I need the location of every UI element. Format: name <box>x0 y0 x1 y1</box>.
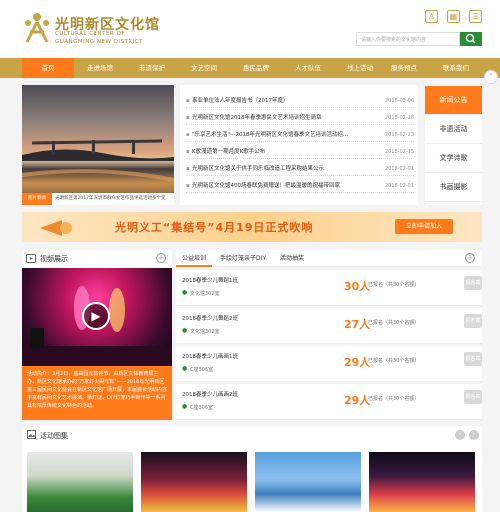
nav-item-heritage[interactable]: 非遗保护 <box>126 58 178 78</box>
bullet-icon: ▪ <box>186 132 190 138</box>
nav-item-contact[interactable]: 联系我们 <box>430 58 482 78</box>
bridge-painting <box>22 139 174 182</box>
logo-subtitle-2: GUANGMING NEW DISTRICT <box>55 39 144 45</box>
banner-title: 光明义工“集结号”4月19日正式吹响 <box>115 221 314 234</box>
news-date: 2018-02-28 <box>384 115 414 121</box>
tab-lantern-diy[interactable]: 手绘灯笼亲子DIY <box>216 250 270 267</box>
course-location: C座306室 <box>190 405 214 411</box>
location-pin-icon: ● <box>182 289 188 296</box>
news-title[interactable]: K歌漫道第一期月度K歌手公布 <box>192 145 372 159</box>
course-count: 29人 <box>344 394 371 407</box>
course-count: 30人 <box>344 280 371 293</box>
course-count: 29人 <box>344 356 371 369</box>
gallery-image[interactable] <box>369 452 475 512</box>
join-button[interactable]: 立即申请加入 <box>395 219 453 234</box>
tab-heritage-activity[interactable]: 非遗活动 <box>425 115 482 144</box>
news-slider-image[interactable] <box>22 85 174 205</box>
more-icon[interactable]: + <box>156 253 166 263</box>
course-note: 已报名（共30个名额） <box>368 358 420 364</box>
gallery-heading: 活动图集 <box>40 432 68 440</box>
news-date: 2018-02-01 <box>384 183 414 189</box>
location-pin-icon: ● <box>182 327 188 334</box>
video-description: 活动简介：3月2日，盛曲园元宵佳节，由新区文体教育局主办，新区文化馆承办的"万家… <box>22 366 172 420</box>
news-title[interactable]: "乐享艺术生活"—2018年光明新区文化馆春季文艺培训活动招… <box>192 128 372 142</box>
news-item[interactable]: ▪ 光明新区文化馆2018年春季惠民文艺术培训招生简章 2018-02-28 <box>186 111 414 125</box>
news-date: 2018-02-15 <box>384 149 414 155</box>
qr-code-icon[interactable]: ▦ <box>447 10 460 23</box>
image-icon <box>27 430 36 439</box>
course-count: 27人 <box>344 318 371 331</box>
nav-item-brand[interactable]: 惠民品牌 <box>230 58 282 78</box>
course-button[interactable]: 报名截止 <box>464 314 482 338</box>
location-pin-icon: ● <box>182 365 188 372</box>
course-location: 文化馆302室 <box>190 291 220 297</box>
news-date: 2018-02-01 <box>384 166 414 172</box>
tab-news-notice[interactable]: 新闻公告 <box>425 86 482 115</box>
news-item[interactable]: ▪ 光明新区文化馆关于供手同乐临改造工程采购结果公示 2018-02-01 <box>186 162 414 176</box>
logo-subtitle-1: CULTURAL CENTER OF <box>55 31 126 37</box>
menu-grid-icon[interactable]: ☰ <box>469 10 482 23</box>
news-title[interactable]: 光明新区文化馆关于供手同乐临改造工程采购结果公示 <box>192 162 372 176</box>
course-title[interactable]: 2018春季少儿画画2班 <box>182 390 238 398</box>
news-item[interactable]: ▪ K歌漫道第一期月度K歌手公布 2018-02-15 <box>186 145 414 159</box>
bullet-icon: ▪ <box>186 183 190 189</box>
news-date: 2018-03-06 <box>384 98 414 104</box>
user-icon[interactable]: ♙ <box>425 10 438 23</box>
news-item[interactable]: ▪ "乐享艺术生活"—2018年光明新区文化馆春季文艺培训活动招… 2018-0… <box>186 128 414 142</box>
course-button[interactable]: 报名截止 <box>464 276 482 300</box>
course-title[interactable]: 2018春季少儿画画1班 <box>182 352 238 360</box>
slider-caption[interactable]: 光明新区第2017年深圳市群众文艺作品评选活动多个奖 <box>55 193 173 205</box>
gallery-image[interactable] <box>255 452 361 512</box>
course-item: 2018春季少儿画画2班 ● C座306室 29人 已报名（共30个名额） 报名… <box>176 384 482 420</box>
bullet-icon: ▪ <box>186 115 190 121</box>
course-button[interactable]: 报名截止 <box>464 352 482 376</box>
course-item: 2018春季少儿画画1班 ● C座306室 29人 已报名（共30个名额） 报名… <box>176 346 482 382</box>
gallery-image[interactable] <box>141 452 247 512</box>
search-icon <box>465 33 476 44</box>
bullet-icon: ▪ <box>186 149 190 155</box>
more-icon[interactable]: + <box>465 253 475 263</box>
course-item: 2018春季少儿舞蹈1班 ● 文化馆302室 30人 已报名（共30个名额） 报… <box>176 270 482 306</box>
tab-literature[interactable]: 文学诗歌 <box>425 144 482 173</box>
tab-painting-photo[interactable]: 书画摄影 <box>425 173 482 202</box>
course-title[interactable]: 2018春季少儿舞蹈1班 <box>182 276 238 284</box>
play-icon[interactable]: ▶ <box>82 302 110 330</box>
course-note: 已报名（共30个名额） <box>368 396 420 402</box>
course-item: 2018春季少儿舞蹈2班 ● 文化馆302室 27人 已报名（共30个名额） 报… <box>176 308 482 344</box>
course-note: 已报名（共30个名额） <box>368 282 420 288</box>
course-location: C座306室 <box>190 367 214 373</box>
bullet-icon: ▪ <box>186 166 190 172</box>
course-location: 文化馆302室 <box>190 329 220 335</box>
nav-item-service[interactable]: 服务预点 <box>378 58 430 78</box>
tab-public-training[interactable]: 公益培训 <box>176 250 212 267</box>
news-item[interactable]: ▪ 事业单位法人年度报告书（2017年度） 2018-03-06 <box>186 94 414 108</box>
news-date: 2018-02-23 <box>384 132 414 138</box>
slider-tag: 图片新闻 <box>22 193 52 205</box>
course-note: 已报名（共30个名额） <box>368 320 420 326</box>
search-button[interactable] <box>460 32 482 46</box>
next-arrow-icon[interactable]: › <box>469 430 479 440</box>
news-title[interactable]: 事业单位法人年度报告书（2017年度） <box>192 94 372 108</box>
course-button[interactable]: 报名截止 <box>464 390 482 414</box>
location-pin-icon: ● <box>182 403 188 410</box>
nav-item-home[interactable]: 首页 <box>22 58 74 78</box>
video-icon <box>26 254 36 263</box>
scroll-top-icon[interactable]: ˄ <box>484 70 498 84</box>
video-heading: 视频展示 <box>40 255 68 263</box>
news-item[interactable]: ▪ 光明新区文化馆400场春联免费赠送！把最温暖的祝福带回家 2018-02-0… <box>186 179 414 193</box>
news-title[interactable]: 光明新区文化馆2018年春季惠民文艺术培训招生简章 <box>192 111 372 125</box>
nav-item-art-space[interactable]: 文艺空间 <box>178 58 230 78</box>
gallery-image[interactable] <box>27 452 133 512</box>
news-title[interactable]: 光明新区文化馆400场春联免费赠送！把最温暖的祝福带回家 <box>192 179 372 193</box>
trumpet-icon <box>40 220 72 236</box>
course-title[interactable]: 2018春季少儿舞蹈2班 <box>182 314 238 322</box>
nav-item-venue[interactable]: 走进场馆 <box>74 58 126 78</box>
tab-lottery[interactable]: 活动抽奖 <box>272 250 312 267</box>
logo-icon <box>25 13 49 43</box>
prev-arrow-icon[interactable]: ‹ <box>455 430 465 440</box>
nav-item-talent[interactable]: 人才队伍 <box>282 58 334 78</box>
bullet-icon: ▪ <box>186 98 190 104</box>
search-input[interactable]: 请输入你要搜索的文化馆内容 <box>356 32 460 46</box>
